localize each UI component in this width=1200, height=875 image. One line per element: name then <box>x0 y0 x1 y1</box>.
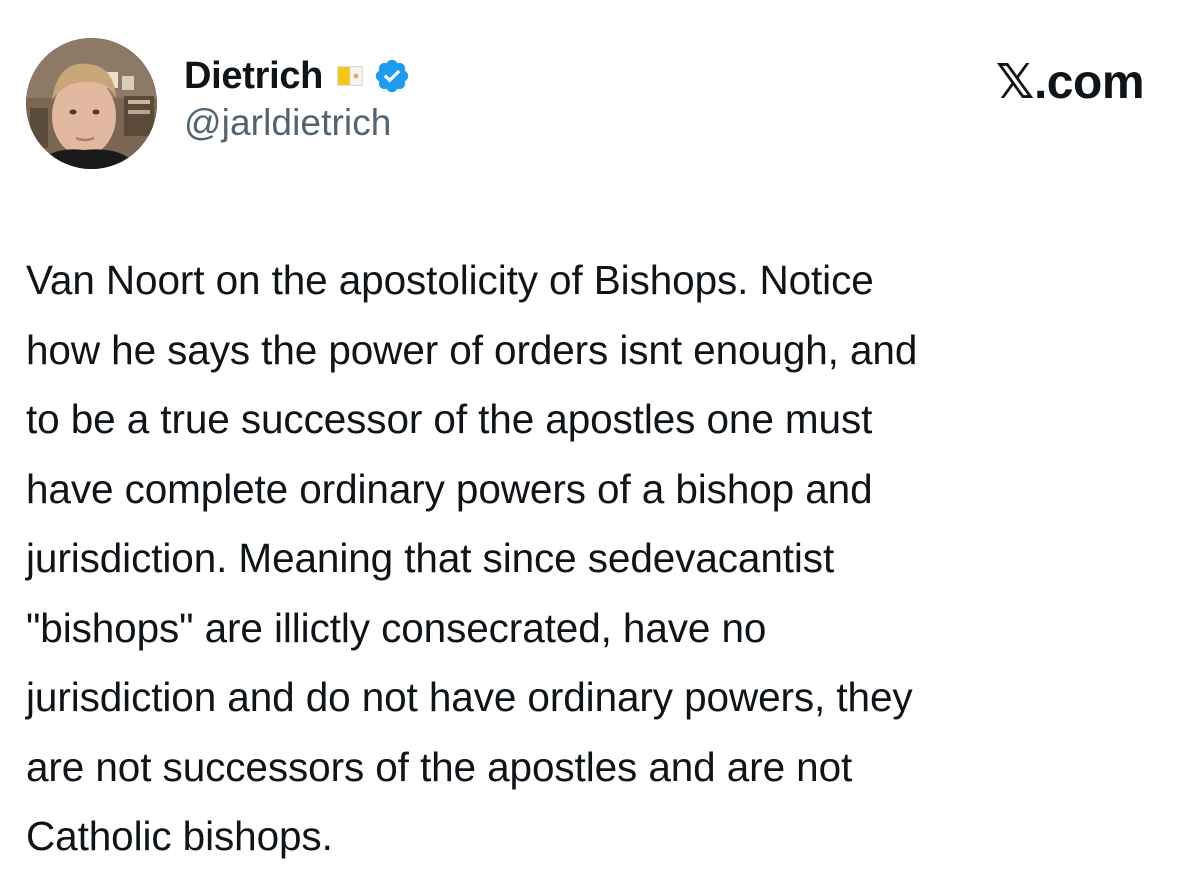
x-com-logo: 𝕏.com <box>995 56 1145 109</box>
display-name[interactable]: Dietrich <box>184 55 323 98</box>
tweet-text: Van Noort on the apostolicity of Bishops… <box>26 257 918 859</box>
name-row: Dietrich <box>184 52 411 100</box>
verified-badge-icon[interactable] <box>373 57 411 95</box>
tweet-header: Dietrich @jarldietrich 𝕏.com <box>26 38 1174 170</box>
author-info: Dietrich @jarldietrich <box>184 52 411 144</box>
avatar[interactable] <box>26 38 157 169</box>
vatican-flag-icon <box>337 63 363 89</box>
author-handle[interactable]: @jarldietrich <box>184 102 411 144</box>
